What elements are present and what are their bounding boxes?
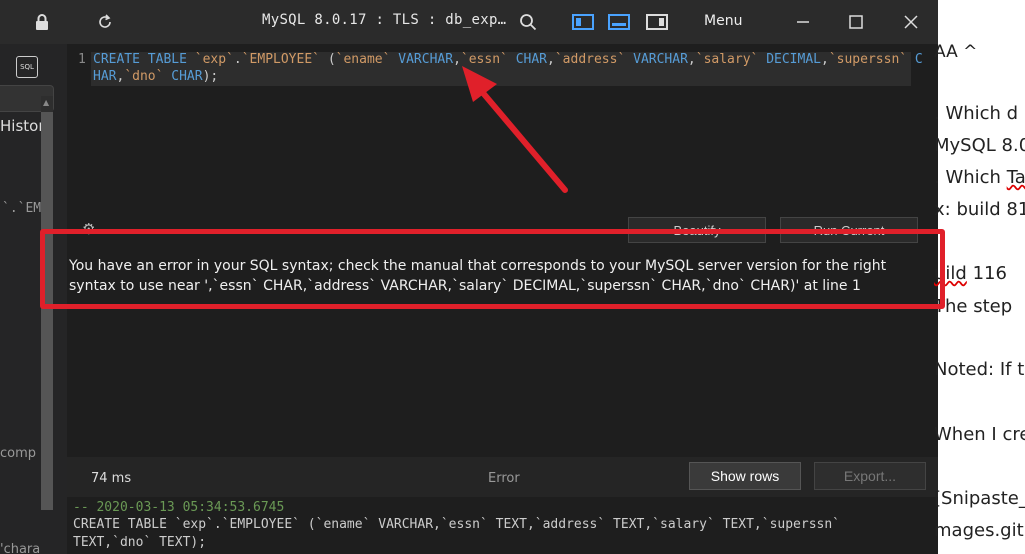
sql-code[interactable]: CREATE TABLE `exp`.`EMPLOYEE` (`ename` V…: [93, 51, 923, 85]
menu-button[interactable]: Menu: [704, 13, 742, 29]
sql-token: CHAR: [163, 69, 203, 84]
sql-token: .: [233, 52, 242, 67]
doc-text-line: . Which d: [934, 103, 1019, 124]
sql-editor[interactable]: 1 CREATE TABLE `exp`.`EMPLOYEE` (`ename`…: [67, 44, 938, 212]
sql-icon[interactable]: SQL: [16, 56, 38, 78]
sql-token: (: [320, 52, 336, 67]
sql-token: ,: [821, 52, 829, 67]
sql-token: ,: [453, 52, 461, 67]
sql-token: VARCHAR: [625, 52, 688, 67]
gear-icon[interactable]: ⚙: [82, 220, 95, 238]
sql-token: `exp`: [194, 52, 234, 67]
doc-text-line: MySQL 8.0: [934, 135, 1025, 156]
doc-text-line: [Snipaste_: [934, 488, 1025, 509]
minimize-icon[interactable]: [790, 0, 816, 44]
doc-text-line: Noted: If th: [934, 359, 1025, 380]
sql-token: VARCHAR: [390, 52, 454, 67]
layout-bottom-panel-icon[interactable]: [606, 0, 632, 44]
sql-token: `ename`: [335, 52, 391, 67]
sql-token: `superssn`: [828, 52, 908, 67]
sql-token: );: [202, 69, 219, 84]
doc-text-line: When I cre: [934, 424, 1025, 445]
sidebar-scrollbar-thumb[interactable]: [41, 112, 53, 510]
log-timestamp: -- 2020-03-13 05:34:53.6745: [73, 500, 285, 515]
doc-text-line: . Which Ta: [934, 167, 1025, 188]
sql-token: `EMPLOYEE`: [241, 52, 320, 67]
history-item-fragment[interactable]: 'chara: [0, 542, 40, 554]
log-sql: CREATE TABLE `exp`.`EMPLOYEE` (`ename` V…: [73, 517, 848, 550]
maximize-icon[interactable]: [843, 0, 869, 44]
doc-font-size-control[interactable]: AA ^: [934, 42, 977, 62]
layout-right-panel-icon[interactable]: [644, 0, 670, 44]
sql-token: ,: [547, 52, 555, 67]
sql-token: CREATE TABLE: [93, 52, 195, 67]
sidebar: SQL History `.`EMF comp 'chara: [0, 44, 67, 554]
doc-text-line: uild 116: [934, 263, 1007, 284]
sql-token: ,: [687, 52, 696, 67]
layout-left-panel-icon[interactable]: [570, 0, 596, 44]
doc-text-line: mages.gith: [934, 520, 1025, 541]
doc-text-line: x: build 81: [934, 199, 1025, 220]
show-rows-button[interactable]: Show rows: [689, 462, 801, 490]
error-message: You have an error in your SQL syntax; ch…: [69, 258, 887, 294]
export-button[interactable]: Export...: [814, 462, 926, 490]
sql-token: DECIMAL: [758, 52, 821, 67]
sql-token: `dno`: [124, 69, 164, 84]
run-current-button[interactable]: Run Current: [780, 217, 918, 243]
history-item-fragment[interactable]: comp: [0, 446, 36, 461]
search-icon[interactable]: [515, 0, 541, 44]
scroll-up-icon[interactable]: ▲: [43, 98, 49, 107]
window-title: MySQL 8.0.17 : TLS : db_exp…: [262, 12, 507, 28]
line-number: 1: [78, 52, 86, 67]
sql-token: CHAR: [507, 52, 548, 67]
doc-text-line: The step: [934, 296, 1013, 317]
sql-client-window: MySQL 8.0.17 : TLS : db_exp… Menu SQL Hi…: [0, 0, 938, 554]
beautify-button[interactable]: Beautify: [628, 217, 766, 243]
query-status: Error: [488, 471, 520, 486]
sql-token: `salary`: [695, 52, 759, 67]
sql-token: `address`: [554, 52, 626, 67]
title-bar: MySQL 8.0.17 : TLS : db_exp… Menu: [0, 0, 938, 44]
lock-icon[interactable]: [30, 0, 54, 44]
refresh-icon[interactable]: [93, 0, 117, 44]
query-duration: 74 ms: [91, 471, 132, 486]
close-icon[interactable]: [898, 0, 924, 44]
sql-token: `essn`: [460, 52, 508, 67]
